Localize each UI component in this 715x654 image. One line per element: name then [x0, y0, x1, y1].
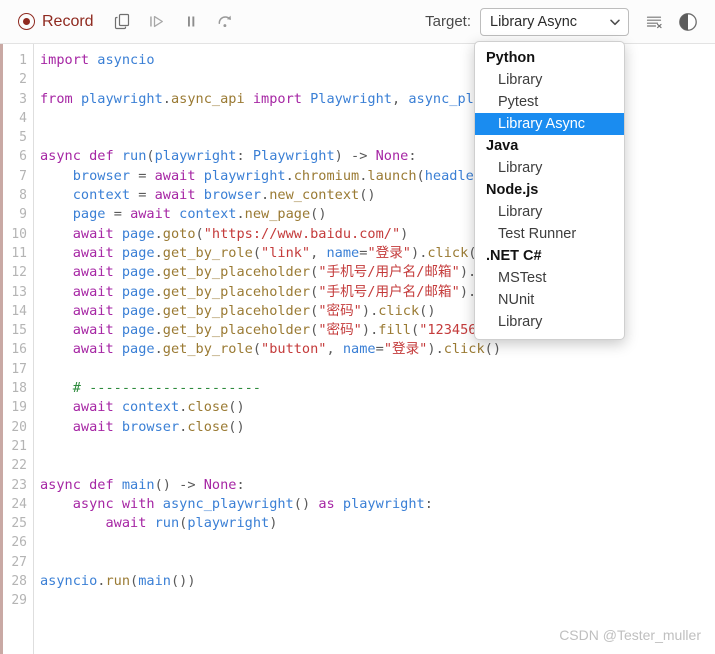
dropdown-item-library[interactable]: Library [475, 69, 624, 91]
pause-icon[interactable] [174, 7, 208, 37]
line-number: 17 [11, 361, 27, 377]
code-line: await browser.close() [72, 418, 245, 435]
line-number: 25 [11, 516, 27, 532]
dropdown-group-node-js: Node.js [486, 181, 539, 198]
code-line: await run(playwright) [105, 515, 278, 532]
playwright-codegen-window: Record Target: Library Async Python Libr… [0, 0, 715, 654]
dropdown-item-library[interactable]: Library [475, 157, 624, 179]
line-number: 10 [11, 226, 27, 242]
code-line: # --------------------- [40, 380, 261, 397]
line-number: 18 [11, 381, 27, 397]
target-label: Target: [425, 13, 471, 30]
code-line: async with async_playwright() as playwri… [72, 495, 433, 512]
line-number: 6 [19, 149, 27, 165]
code-line: await context.close() [72, 399, 245, 416]
line-number: 19 [11, 400, 27, 416]
dropdown-item-mstest[interactable]: MSTest [475, 267, 624, 289]
dropdown-item-pytest[interactable]: Pytest [475, 91, 624, 113]
dropdown-item-library-async[interactable]: Library Async [475, 112, 624, 135]
code-line: asyncio.run(main()) [40, 573, 196, 590]
line-number: 16 [11, 342, 27, 358]
dropdown-group-python: Python [486, 49, 536, 66]
line-number: 22 [11, 458, 27, 474]
play-resume-icon[interactable] [140, 7, 174, 37]
line-number-gutter: 1 2 3 4 5 6 7 8 9 10 11 12 13 14 15 16 17 18 19 20 21 22 23 24 2… [3, 44, 34, 654]
copy-icon[interactable] [106, 7, 140, 37]
toolbar: Record Target: Library Async Python Libr… [0, 0, 715, 340]
step-over-icon[interactable] [208, 7, 242, 37]
record-button-label: Record [42, 12, 94, 30]
line-number: 8 [19, 188, 27, 204]
line-number: 15 [11, 323, 27, 339]
watermark: CSDN @Tester_muller [559, 627, 701, 643]
line-number: 29 [11, 593, 27, 609]
code-line: async def main() -> None: [40, 476, 245, 493]
clear-log-icon[interactable] [637, 7, 671, 37]
line-number: 12 [11, 265, 27, 281]
target-select-value: Library Async [490, 13, 578, 30]
target-select[interactable]: Library Async [480, 7, 629, 36]
line-number: 7 [19, 168, 27, 184]
dropdown-item-library[interactable]: Library [475, 311, 624, 333]
dark-mode-toggle-icon[interactable] [671, 7, 705, 37]
dropdown-item-nunit[interactable]: NUnit [475, 289, 624, 311]
line-number: 11 [11, 245, 27, 261]
line-number: 13 [11, 284, 27, 300]
line-number: 14 [11, 303, 27, 319]
line-number: 23 [11, 477, 27, 493]
line-number: 4 [19, 110, 27, 126]
line-number: 24 [11, 496, 27, 512]
dropdown-item-test-runner[interactable]: Test Runner [475, 223, 624, 245]
dropdown-group-java: Java [486, 137, 519, 154]
dropdown-group--net-c-: .NET C# [486, 247, 542, 264]
line-number: 1 [19, 53, 27, 68]
line-number: 20 [11, 419, 27, 435]
record-dot-icon [18, 13, 35, 30]
code-line: await page.get_by_role("button", name="登… [72, 341, 502, 358]
chevron-down-icon [608, 15, 622, 29]
line-number: 2 [19, 72, 27, 88]
record-button[interactable]: Record [14, 11, 98, 33]
line-number: 9 [19, 207, 27, 223]
line-number: 21 [11, 438, 27, 454]
target-select-wrapper: Library Async Python Library Pytest Library… [474, 7, 629, 340]
line-number: 26 [11, 535, 27, 551]
line-number: 3 [19, 91, 27, 107]
line-number: 5 [19, 130, 27, 146]
target-dropdown-menu[interactable]: Python Library Pytest Library Async Java Libr… [474, 40, 625, 340]
line-number: 28 [11, 574, 27, 590]
dropdown-item-library[interactable]: Library [475, 201, 624, 223]
line-number: 27 [11, 554, 27, 570]
